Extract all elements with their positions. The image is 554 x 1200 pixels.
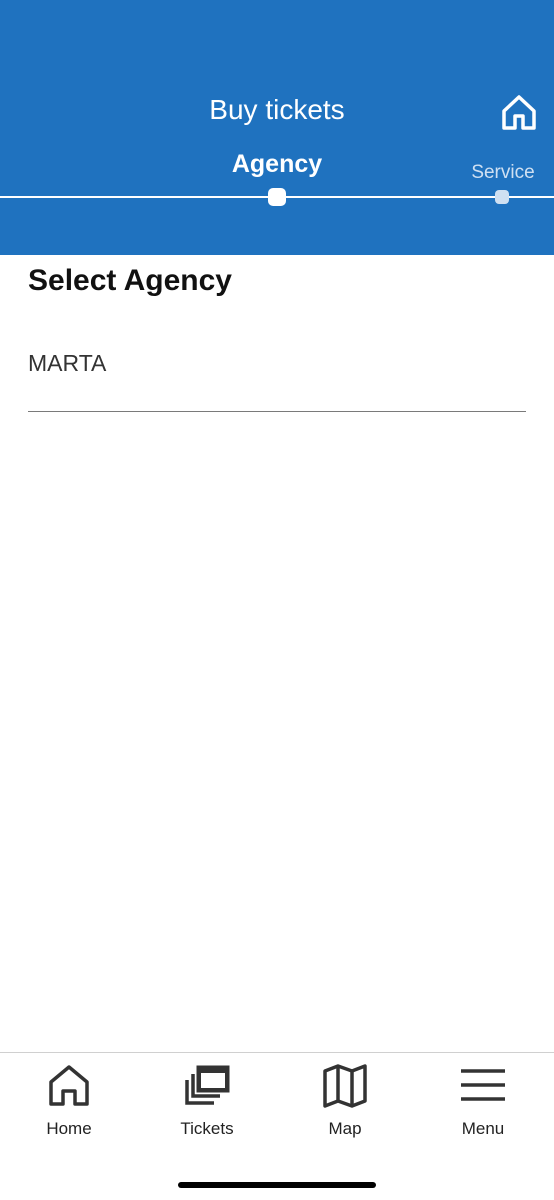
bottom-tab-bar: Home Tickets Map Menu <box>0 1052 554 1200</box>
header-bar: Buy tickets Agency Service <box>0 0 554 255</box>
agency-select[interactable]: MARTA <box>28 338 526 412</box>
home-icon <box>49 1065 89 1106</box>
step-dot-agency <box>268 188 286 206</box>
step-dot-service <box>495 190 509 204</box>
menu-icon <box>461 1069 505 1101</box>
tab-map[interactable]: Map <box>276 1053 414 1153</box>
agency-value: MARTA <box>28 350 107 376</box>
tab-home[interactable]: Home <box>0 1053 138 1153</box>
tab-menu[interactable]: Menu <box>414 1053 552 1153</box>
tab-home-label: Home <box>46 1119 92 1138</box>
tab-tickets-label: Tickets <box>180 1119 234 1138</box>
tab-map-label: Map <box>328 1119 362 1138</box>
tab-menu-label: Menu <box>461 1119 505 1138</box>
section-title: Select Agency <box>28 264 232 297</box>
step-label-agency[interactable]: Agency <box>177 150 377 179</box>
home-icon <box>502 95 536 130</box>
tab-tickets[interactable]: Tickets <box>138 1053 276 1153</box>
step-label-service[interactable]: Service <box>452 162 554 184</box>
page-title: Buy tickets <box>209 94 345 125</box>
tickets-icon <box>185 1065 230 1105</box>
header-home-button[interactable] <box>499 92 539 132</box>
map-icon <box>323 1064 367 1108</box>
home-indicator[interactable] <box>178 1182 376 1188</box>
